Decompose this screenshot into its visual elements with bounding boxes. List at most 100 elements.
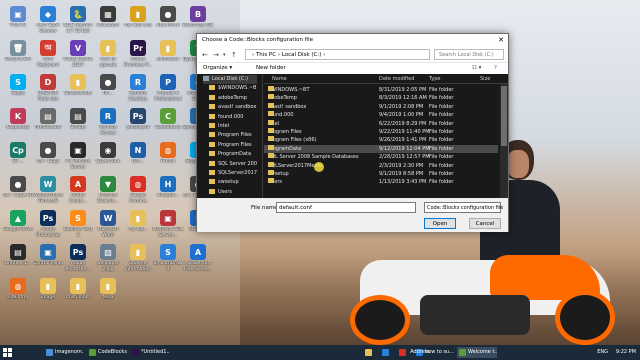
desktop-icon[interactable]: Ps jansel.psd [122,106,154,142]
file-row[interactable]: adobeTemp 8/3/2019 12:16 AM File folder [264,94,498,102]
taskbar-app[interactable] [397,347,411,358]
cancel-button[interactable]: Cancel [469,218,501,229]
desktop-icon[interactable]: ◆ Aero Spoil Cleaner [32,4,64,40]
desktop-icon[interactable]: V Visual Studio 2017 [62,38,94,74]
file-row[interactable]: ProgramData 9/12/2019 12:04 PM File folder [264,144,498,153]
file-row[interactable]: Users 1/13/2019 3:43 PM File folder [264,178,498,186]
desktop-icon[interactable]: N Nrs .. [122,140,154,176]
file-row[interactable]: Intel 6/22/2019 8:29 PMFile folder [264,119,498,128]
desktop-icon[interactable]: ▦ Calculator [92,4,124,40]
taskbar-app[interactable]: Welcome t... [457,347,497,358]
desktop-icon[interactable]: ▼ Internet Downlo... [92,174,124,210]
filename-input[interactable]: default.conf [276,202,416,213]
desktop-icon[interactable]: R Remote Access [92,106,124,142]
nav-item[interactable]: found.000 [209,113,263,122]
new-folder-button[interactable]: New folder [256,65,286,71]
desktop-icon[interactable]: ● sai - Copy [32,140,64,176]
desktop-icon[interactable]: ▤ Untitled-1... [2,242,34,278]
desktop-icon[interactable]: S Sublime Text 3 [62,208,94,244]
column-date[interactable]: Date modified [379,74,414,84]
desktop-icon[interactable]: ▮ tesla [92,276,124,312]
desktop-icon[interactable]: K Kaspersky [2,106,34,142]
file-row[interactable]: found.000 9/4/2019 1:00 PM File folder [264,111,498,119]
help-icon[interactable]: ? [494,65,497,71]
scrollbar-thumb[interactable] [501,86,507,146]
desktop-icon[interactable]: W Microsoft Word [92,208,124,244]
desktop-icon[interactable]: ◍ Google Chrome [122,174,154,210]
desktop-icon[interactable]: ▤ firefoxa.bat [32,106,64,142]
file-row[interactable]: avast! sandbox 9/1/2019 2:08 PM File folde… [264,102,498,111]
taskbar-app[interactable]: Imagenom... [44,347,84,358]
desktop-icon[interactable]: ▮ my sql... [122,208,154,244]
file-row[interactable]: swsetup 9/1/2019 8:58 PM File folder [264,170,498,178]
nav-item[interactable]: SQL Server 200 [209,160,263,169]
desktop-icon[interactable]: S SmoothDraw 4 [152,242,184,278]
desktop-icon[interactable]: ▮ how to upscale [92,38,124,74]
desktop-icon[interactable]: Pr Adobe Premiere P... [122,38,154,74]
column-name[interactable]: Name [272,74,287,84]
column-size[interactable]: Size [480,74,490,84]
desktop-icon[interactable]: Ps Adobe Photoshop [32,208,64,244]
close-icon[interactable]: ✕ [498,36,504,44]
desktop-icon[interactable]: D DAEMON Tools Lite [32,72,64,108]
nav-item[interactable]: adobeTemp [209,94,263,103]
desktop-icon[interactable]: Cp SP ... [2,140,34,176]
scrollbar[interactable] [500,84,508,198]
desktop-icon[interactable]: ▧ wellpaper 2.jpg [92,242,124,278]
forward-arrow-icon[interactable]: → [213,51,219,59]
nav-item[interactable]: Local Disk (C:) [203,75,257,84]
open-button[interactable]: Open [424,218,456,229]
nav-item[interactable]: SQLServer2017 [209,169,263,178]
taskbar-app[interactable]: *Untitled1... [130,347,170,358]
desktop-icon[interactable]: P Proteus 8 Professional [152,72,184,108]
taskbar-app[interactable] [363,347,377,358]
desktop-icon[interactable]: W Wondershare Filmora9 [32,174,64,210]
desktop-icon[interactable]: অ Avro Keyboard [32,38,64,74]
file-row[interactable]: Program Files 9/22/2019 11:40 PM File fold… [264,128,498,136]
desktop-icon[interactable]: S Skype [2,72,34,108]
nav-item[interactable]: Users [209,188,263,197]
desktop-icon[interactable]: ▤ Scripts [62,106,94,142]
desktop-icon[interactable]: C CodeBlocks [152,106,184,142]
desktop-icon[interactable]: ● Abu-Md-ul [152,4,184,40]
desktop-icon[interactable]: ▣ Microsoft SQL Server... [152,208,184,244]
file-row[interactable]: $WINDOWS.~BT 8/31/2019 2:05 PM File folder [264,86,498,94]
desktop-icon[interactable]: Ps Adobe Photosho... [62,242,94,278]
back-arrow-icon[interactable]: ← [202,51,208,59]
file-row[interactable]: Program Files (x86) 9/26/2019 1:41 PM File… [264,136,498,144]
nav-item[interactable]: ProgramData [209,150,263,159]
nav-item[interactable]: Program Files [209,131,263,140]
view-options-icon[interactable]: ☷ ▾ [472,65,481,71]
desktop-icon[interactable]: ▮ animation [152,38,184,74]
organize-button[interactable]: Organize ▾ [203,65,232,71]
desktop-icon[interactable]: ▣ Control Panel [32,242,64,278]
up-arrow-icon[interactable]: ↑ [231,51,237,59]
recent-dropdown-icon[interactable]: ▾ [223,52,226,58]
nav-item[interactable]: Program Files [209,141,263,150]
desktop-icon[interactable]: ▮ my web site [122,4,154,40]
desktop-icon[interactable]: ▲ Google Drive [2,208,34,244]
desktop-icon[interactable]: ◉ Cyberduck [92,140,124,176]
windows-start-icon[interactable] [3,348,13,357]
file-row[interactable]: SQLServer2017Media 2/3/2019 2:30 PM File f… [264,161,498,170]
nav-item[interactable]: swsetup [209,178,263,187]
clock[interactable]: 9:22 PM [616,347,636,358]
desktop-icon[interactable]: ▣ This PC [2,4,34,40]
desktop-icon[interactable]: ▮ Student information [122,242,154,278]
nav-item[interactable]: $WINDOWS.~B [209,84,263,93]
desktop-icon[interactable]: A Adobe Creati... [62,174,94,210]
desktop-icon[interactable]: ▮ image [32,276,64,312]
taskbar-app[interactable] [380,347,394,358]
desktop-icon[interactable]: A Apowersoft Free Scree... [182,242,214,278]
desktop-icon[interactable]: ● fin... [92,72,124,108]
desktop-icon[interactable]: H Hotspot... [152,174,184,210]
address-bar[interactable]: › This PC › Local Disk (C:) › [245,49,430,60]
filetype-select[interactable]: Code::Blocks configuration file [424,202,503,213]
desktop-icon[interactable]: R Remote Desktop [122,72,154,108]
desktop-icon[interactable]: ▮ dristi mam [62,276,94,312]
file-row[interactable]: SQL Server 2008 Sample Databases 2/28/201… [264,153,498,161]
taskbar-app[interactable]: CodeBlocks [87,347,127,358]
desktop-icon[interactable]: ▣ PC Remote Server [62,140,94,176]
desktop-icon[interactable]: ◍ Firefox [152,140,184,176]
language-indicator[interactable]: ENG [597,347,608,358]
